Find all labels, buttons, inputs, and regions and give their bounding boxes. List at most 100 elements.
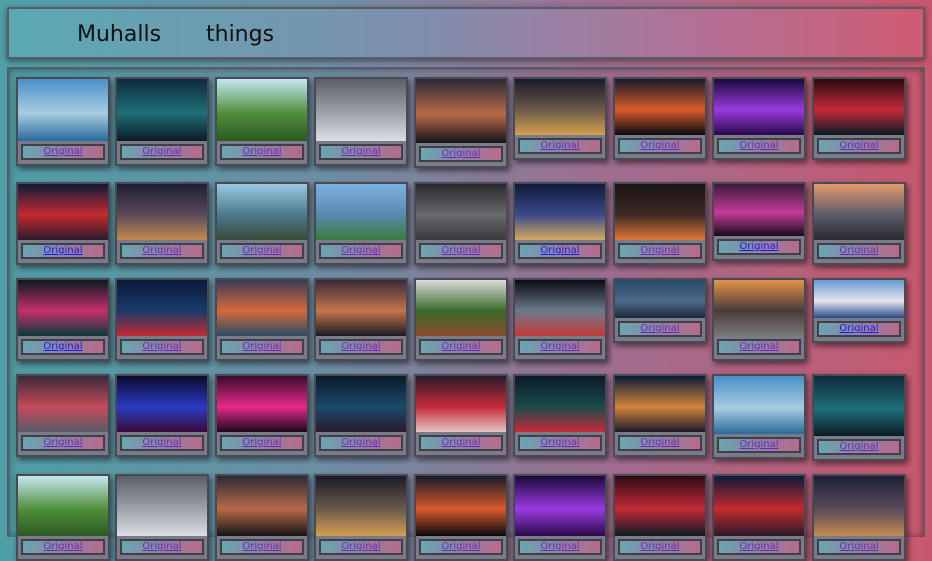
- tokyo-tower-photo[interactable]: [117, 280, 207, 336]
- gallery-tile: Original: [812, 474, 906, 561]
- train-station-photo[interactable]: [814, 184, 904, 240]
- original-link-button[interactable]: Original: [717, 239, 801, 255]
- city-night-photo[interactable]: [316, 476, 406, 536]
- night-mountain-photo[interactable]: [416, 79, 506, 143]
- santorini-photo[interactable]: [814, 280, 904, 318]
- neon-alley-photo[interactable]: [714, 184, 804, 236]
- original-link-button[interactable]: Original: [618, 435, 702, 451]
- foggy-skyline-photo[interactable]: [416, 184, 506, 240]
- city-night-photo[interactable]: [515, 79, 605, 135]
- gallery-tile: Original: [16, 182, 110, 265]
- original-link-button[interactable]: Original: [220, 435, 304, 451]
- original-link-button[interactable]: Original: [618, 243, 702, 259]
- original-link-button[interactable]: Original: [21, 339, 105, 355]
- harbor-night-photo[interactable]: [515, 184, 605, 240]
- original-link-button[interactable]: Original: [518, 539, 602, 555]
- neon-corridor-photo[interactable]: [615, 476, 705, 536]
- original-link-button[interactable]: Original: [220, 539, 304, 555]
- original-link-button[interactable]: Original: [419, 243, 503, 259]
- original-link-button[interactable]: Original: [120, 243, 204, 259]
- rainy-street-photo[interactable]: [18, 184, 108, 240]
- gallery-tile: Original: [16, 474, 110, 561]
- beach-city-photo[interactable]: [714, 376, 804, 434]
- original-link-button[interactable]: Original: [419, 539, 503, 555]
- neon-triangle-photo[interactable]: [515, 476, 605, 536]
- city-skyline-night-photo[interactable]: [814, 476, 904, 536]
- night-avenue-photo[interactable]: [515, 376, 605, 432]
- original-link-button[interactable]: Original: [618, 539, 702, 555]
- original-link-button[interactable]: Original: [220, 339, 304, 355]
- neon-triangle-photo[interactable]: [714, 79, 804, 135]
- green-valley-photo[interactable]: [217, 79, 307, 141]
- coastal-village-photo[interactable]: [217, 280, 307, 336]
- neon-signs-photo[interactable]: [18, 280, 108, 336]
- tunnel-train-photo[interactable]: [515, 280, 605, 336]
- cable-car-photo[interactable]: [217, 184, 307, 240]
- blue-neon-alley-photo[interactable]: [117, 376, 207, 432]
- original-link-button[interactable]: Original: [717, 539, 801, 555]
- original-link-button[interactable]: Original: [319, 339, 403, 355]
- original-link-button[interactable]: Original: [319, 144, 403, 160]
- original-link-button[interactable]: Original: [220, 144, 304, 160]
- original-link-button[interactable]: Original: [319, 435, 403, 451]
- original-link-button[interactable]: Original: [518, 435, 602, 451]
- snowy-mountain-photo[interactable]: [316, 79, 406, 141]
- lit-boulevard-photo[interactable]: [615, 376, 705, 432]
- sunset-bay-photo[interactable]: [714, 280, 804, 336]
- original-link-button[interactable]: Original: [21, 243, 105, 259]
- sunset-horizon-photo[interactable]: [615, 79, 705, 135]
- original-link-button[interactable]: Original: [618, 321, 702, 337]
- gallery-tile: Original: [314, 182, 408, 265]
- green-valley-photo[interactable]: [18, 476, 108, 536]
- original-link-button[interactable]: Original: [120, 339, 204, 355]
- beach-city-photo[interactable]: [18, 79, 108, 141]
- original-link-button[interactable]: Original: [518, 138, 602, 154]
- original-link-button[interactable]: Original: [618, 138, 702, 154]
- original-link-button[interactable]: Original: [21, 539, 105, 555]
- aurora-photo[interactable]: [814, 376, 904, 436]
- original-link-button[interactable]: Original: [319, 243, 403, 259]
- gallery-tile: Original: [414, 182, 508, 265]
- gallery-tile: Original: [215, 77, 309, 166]
- dark-shop-photo[interactable]: [316, 376, 406, 432]
- original-link-button[interactable]: Original: [717, 138, 801, 154]
- gallery-tile: Original: [215, 278, 309, 361]
- original-link-button[interactable]: Original: [120, 539, 204, 555]
- dusk-city-photo[interactable]: [316, 280, 406, 336]
- original-link-button[interactable]: Original: [419, 339, 503, 355]
- night-mountain-photo[interactable]: [217, 476, 307, 536]
- original-link-button[interactable]: Original: [817, 138, 901, 154]
- original-link-button[interactable]: Original: [419, 435, 503, 451]
- original-link-button[interactable]: Original: [817, 439, 901, 455]
- rainy-street-photo[interactable]: [714, 476, 804, 536]
- original-link-button[interactable]: Original: [717, 437, 801, 453]
- highway-trails-photo[interactable]: [416, 376, 506, 432]
- city-panorama-photo[interactable]: [316, 184, 406, 240]
- gallery-tile: Original: [16, 278, 110, 361]
- gallery-tile: Original: [115, 278, 209, 361]
- village-mountain-photo[interactable]: [416, 280, 506, 336]
- light-trail-photo[interactable]: [615, 184, 705, 240]
- original-link-button[interactable]: Original: [518, 243, 602, 259]
- wet-street-photo[interactable]: [18, 376, 108, 432]
- gallery-tile: Original: [414, 374, 508, 457]
- neon-corridor-photo[interactable]: [814, 79, 904, 135]
- original-link-button[interactable]: Original: [817, 243, 901, 259]
- snowy-mountain-photo[interactable]: [117, 476, 207, 536]
- original-link-button[interactable]: Original: [817, 321, 901, 337]
- pink-neon-alley-photo[interactable]: [217, 376, 307, 432]
- original-link-button[interactable]: Original: [220, 243, 304, 259]
- original-link-button[interactable]: Original: [319, 539, 403, 555]
- original-link-button[interactable]: Original: [120, 144, 204, 160]
- original-link-button[interactable]: Original: [817, 539, 901, 555]
- original-link-button[interactable]: Original: [518, 339, 602, 355]
- original-link-button[interactable]: Original: [419, 146, 503, 162]
- city-skyline-night-photo[interactable]: [117, 184, 207, 240]
- sunset-horizon-photo[interactable]: [416, 476, 506, 536]
- shanghai-tower-photo[interactable]: [615, 280, 705, 318]
- original-link-button[interactable]: Original: [717, 339, 801, 355]
- aurora-photo[interactable]: [117, 79, 207, 141]
- original-link-button[interactable]: Original: [120, 435, 204, 451]
- original-link-button[interactable]: Original: [21, 144, 105, 160]
- original-link-button[interactable]: Original: [21, 435, 105, 451]
